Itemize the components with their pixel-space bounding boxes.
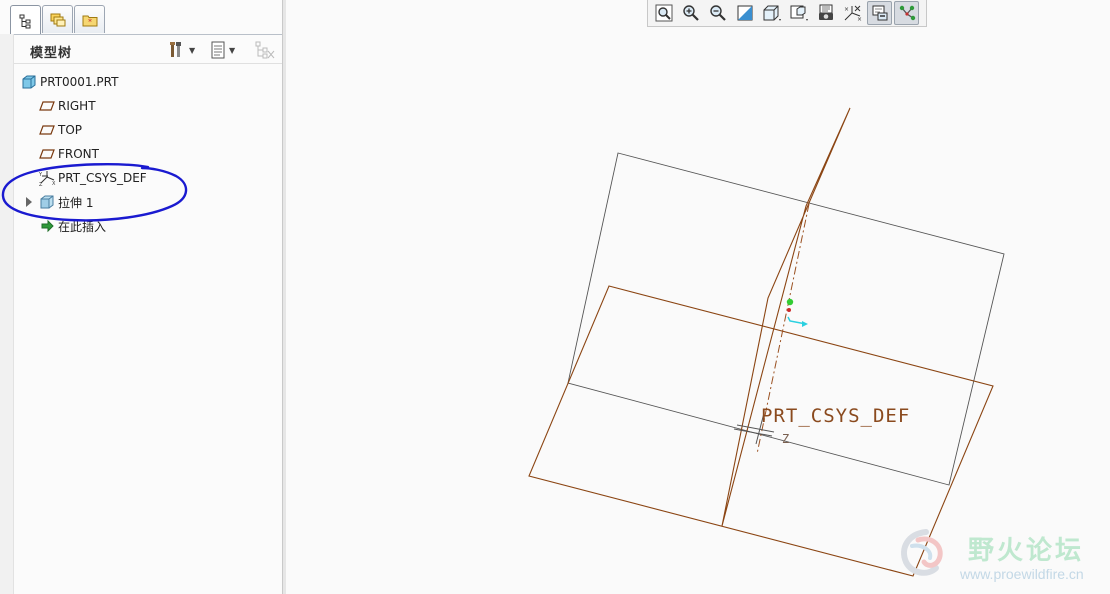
zoom-in-icon bbox=[682, 5, 699, 21]
graphics-toolbar: × × bbox=[647, 0, 927, 27]
tree-item-insert-here[interactable]: 在此插入 bbox=[14, 214, 282, 238]
tree-item-label: TOP bbox=[58, 123, 83, 137]
view-orient-button[interactable] bbox=[759, 1, 784, 25]
part-icon bbox=[20, 74, 38, 90]
tree-item-label: PRT0001.PRT bbox=[40, 75, 119, 89]
tree-item-root[interactable]: PRT0001.PRT bbox=[14, 70, 282, 94]
show-icon bbox=[211, 41, 225, 59]
repaint-button[interactable] bbox=[732, 1, 757, 25]
zoom-out-icon bbox=[709, 5, 726, 21]
zoom-in-button[interactable] bbox=[678, 1, 703, 25]
tab-favorites[interactable]: * bbox=[74, 5, 105, 33]
tree-item-top[interactable]: TOP bbox=[14, 118, 282, 142]
forum-logo-icon bbox=[901, 529, 943, 576]
saved-views-button[interactable] bbox=[786, 1, 811, 25]
csys-label[interactable]: PRT_CSYS_DEF bbox=[761, 405, 910, 427]
tree-item-label: PRT_CSYS_DEF bbox=[58, 171, 147, 185]
spin-center-icon bbox=[899, 5, 915, 21]
zoom-out-button[interactable] bbox=[705, 1, 730, 25]
tree-title: 模型树 bbox=[30, 46, 73, 61]
tree-item-label: 拉伸 1 bbox=[58, 195, 94, 210]
navigator-tabs: * bbox=[10, 5, 106, 35]
spin-center-dot bbox=[787, 308, 791, 312]
model-tree-panel: * 模型树 ▼ ▼ PRT0001.PRT RIGHT TOP FRONT Y … bbox=[0, 0, 286, 594]
tree-item-label: FRONT bbox=[58, 147, 99, 161]
spin-center-marker bbox=[786, 298, 794, 306]
view-manager-button[interactable] bbox=[813, 1, 838, 25]
settings-button[interactable]: ▼ bbox=[168, 40, 195, 60]
extrude-icon bbox=[38, 194, 56, 210]
display-style-button[interactable]: × × bbox=[840, 1, 865, 25]
z-axis-label: Z bbox=[782, 432, 790, 446]
insert-here-icon bbox=[38, 218, 56, 234]
datum-plane-icon bbox=[38, 98, 56, 114]
panel-gutter bbox=[0, 34, 14, 594]
display-style-icon: × × bbox=[844, 5, 862, 22]
filter-icon bbox=[255, 41, 275, 59]
graphics-window[interactable]: PRT_CSYS_DEF Z bbox=[286, 28, 1110, 594]
view-orient-icon bbox=[763, 5, 781, 21]
tree-item-label: RIGHT bbox=[58, 99, 96, 113]
csys-icon: Y Z X bbox=[38, 170, 56, 186]
tree-item-right[interactable]: RIGHT bbox=[14, 94, 282, 118]
filter-button[interactable] bbox=[254, 40, 276, 60]
view-manager-icon bbox=[818, 4, 833, 20]
svg-text:X: X bbox=[52, 181, 56, 186]
spin-center-button[interactable] bbox=[894, 1, 919, 25]
datum-plane-icon bbox=[38, 122, 56, 138]
tree-icon bbox=[19, 14, 30, 28]
tab-layers[interactable] bbox=[42, 5, 73, 33]
svg-text:×: × bbox=[844, 6, 849, 13]
svg-text:*: * bbox=[88, 17, 92, 26]
chevron-down-icon: ▼ bbox=[229, 45, 236, 55]
tree-item-csys[interactable]: Y Z X PRT_CSYS_DEF bbox=[14, 166, 282, 190]
datum-plane-icon bbox=[38, 146, 56, 162]
tree-item-extrude[interactable]: 拉伸 1 bbox=[14, 190, 282, 214]
saved-views-icon bbox=[790, 5, 808, 21]
tree-item-front[interactable]: FRONT bbox=[14, 142, 282, 166]
svg-text:Z: Z bbox=[39, 182, 43, 186]
arrow-head-icon bbox=[802, 321, 808, 327]
layers-icon bbox=[50, 13, 65, 26]
datum-display-button[interactable] bbox=[867, 1, 892, 25]
model-geometry bbox=[528, 107, 1005, 577]
tab-model-tree[interactable] bbox=[10, 5, 41, 35]
repaint-icon bbox=[737, 5, 752, 21]
refit-button[interactable] bbox=[651, 1, 676, 25]
expand-arrow-icon[interactable] bbox=[26, 197, 32, 207]
refit-icon bbox=[655, 4, 672, 22]
watermark-title: 野火论坛 bbox=[968, 536, 1085, 566]
model-tree: PRT0001.PRT RIGHT TOP FRONT Y Z X PRT_CS… bbox=[14, 70, 282, 238]
chevron-down-icon: ▼ bbox=[189, 45, 196, 55]
datum-display-icon bbox=[872, 5, 887, 21]
folder-star-icon: * bbox=[82, 15, 97, 26]
watermark-url: www.proewildfire.cn bbox=[960, 566, 1084, 582]
svg-text:Y: Y bbox=[38, 172, 43, 178]
tree-header: 模型树 ▼ ▼ bbox=[14, 34, 282, 64]
settings-icon bbox=[170, 42, 181, 57]
show-button[interactable]: ▼ bbox=[210, 40, 235, 60]
tree-item-label: 在此插入 bbox=[58, 219, 107, 234]
watermark-logo: 野火论坛 www.proewildfire.cn bbox=[896, 524, 1106, 586]
svg-text:×: × bbox=[857, 16, 862, 22]
